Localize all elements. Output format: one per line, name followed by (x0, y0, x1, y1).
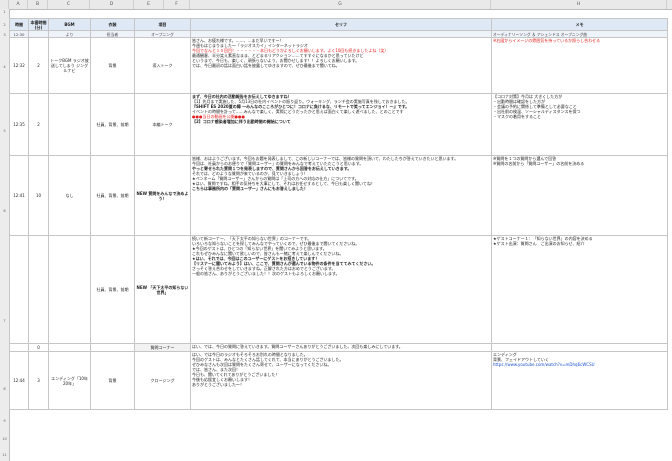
row-number[interactable]: 9 (0, 419, 9, 423)
table-row: 12:35 2 社員、背景、前期 本編トーク まず、今日の社内の活動報告をお伝えしてゆき… (9, 93, 668, 156)
sub-costume[interactable]: 担当者 (90, 30, 135, 38)
cell-costume[interactable] (90, 343, 135, 352)
header-item[interactable]: 項目 (134, 18, 191, 31)
memo-line: ※質問の名前から「質問ユーザー」の名前を決める (493, 161, 585, 166)
row-number[interactable]: 5 (0, 129, 9, 133)
header-bgm[interactable]: BGM (48, 18, 91, 31)
cell-minutes[interactable]: 3 (28, 351, 49, 410)
row-number[interactable]: 10 (0, 437, 9, 441)
column-header-d[interactable]: D (90, 0, 134, 9)
cell-script[interactable]: まず、今日の社内の活動報告をお伝えしてゆきますね！ 【1】先月まで実施した、5月1… (190, 93, 492, 156)
cell-time[interactable] (9, 235, 29, 344)
row-number[interactable]: 6 (0, 209, 9, 213)
cell-bgm[interactable]: エンディング「10年20年」 (48, 351, 91, 410)
header-memo[interactable]: メモ (491, 18, 668, 31)
script-line: はい、では、今日の質問に答えていきます。質問ユーザーさんありがとうございました。… (192, 344, 403, 350)
cell-time[interactable]: 12:35 (9, 93, 29, 156)
memo-line: ★ゲスト出演：質問さん ご出演のお知らせ、紹介 (493, 241, 585, 246)
cell-item[interactable]: 導入トーク (134, 37, 191, 94)
sub-script[interactable] (190, 30, 492, 38)
cell-item[interactable]: 質問コーナー (134, 343, 191, 352)
column-header-b[interactable]: B (28, 0, 48, 9)
cell-memo[interactable]: ★ゲストコーナー１：「知らない世界」の内容を決める ★ゲスト出演：質問さん ご出演… (491, 235, 668, 344)
cell-bgm[interactable] (48, 93, 91, 156)
table-row: 12:41 10 なし 社員、背景、前期 NEW 質問をみんなで決めよう！ 皆様、おはよう… (9, 155, 668, 236)
cell-memo[interactable]: 【コロナ対策】今月は 大きくした方が ・出勤時間は確認をした方が ・会議の予約に関係… (491, 93, 668, 156)
cell-memo[interactable]: エンディング 背景、フェイドアウトしていく https://www.youtube.… (491, 351, 668, 410)
cell-costume[interactable]: 社員、背景、前期 (90, 155, 135, 236)
header-time[interactable]: 時間 (9, 18, 29, 31)
memo-line: ・マスクの着用をすること (493, 114, 541, 119)
cell-memo[interactable]: ※右図からイメージの雰囲気を持っているか照らし合わせる (491, 37, 668, 94)
script-line: ありがとうございました〜！ (192, 382, 244, 387)
column-header-e[interactable]: E (134, 0, 164, 9)
cell-item[interactable]: NEW 「天下太平の知らない世界」 (134, 235, 191, 344)
header-row: 時間 本番時間(分) BGM 衣装 項目 セリフ メモ (9, 18, 668, 31)
sub-time[interactable]: 12:30 (9, 30, 29, 38)
cell-minutes[interactable]: 2 (28, 37, 49, 94)
cell-item[interactable]: 本編トーク (134, 93, 191, 156)
table-body: 12:32 2 トークBGM ラジオ放送してしまう ジングルナビ 背景 導入トーク 皆さん… (9, 37, 668, 410)
row-number[interactable]: 3 (0, 33, 9, 37)
rundown-table: 時間 本番時間(分) BGM 衣装 項目 セリフ メモ 12:30 より 担当者… (9, 18, 668, 410)
cell-item[interactable]: クロージング (134, 351, 191, 410)
row-number[interactable]: 4 (0, 65, 9, 69)
cell-time[interactable]: 12:32 (9, 37, 29, 94)
cell-script[interactable]: 皆様、おはようございます。今回もお題を発表しまして、この新しいコーナーでは、皆様… (190, 155, 492, 236)
header-script[interactable]: セリフ (190, 18, 492, 31)
column-header-c[interactable]: C (48, 0, 90, 9)
column-header-h[interactable]: H (491, 0, 667, 9)
cell-script[interactable]: 続いて新コーナー、「天下太平の知らない世界」のコーナーです。 いろいろな知らないこ… (190, 235, 492, 344)
cell-costume[interactable]: 背景 (90, 351, 135, 410)
header-minutes[interactable]: 本番時間(分) (28, 18, 49, 31)
row-number[interactable]: 1 (0, 10, 9, 14)
cell-time[interactable]: 12:44 (9, 351, 29, 410)
sub-minutes[interactable] (28, 30, 49, 38)
spreadsheet-sheet: A B C D E F G H 1 2 3 4 5 6 7 8 9 10 11 … (0, 0, 672, 461)
row-number[interactable]: 7 (0, 319, 9, 323)
cell-item[interactable]: NEW 質問をみんなで決めよう！ (134, 155, 191, 236)
cell-bgm[interactable]: なし (48, 155, 91, 236)
row-number[interactable]: 8 (0, 387, 9, 391)
sub-memo[interactable]: オーディナリーソング ＆ アシェンドス オープニング曲 (491, 30, 668, 38)
cell-time[interactable]: 12:41 (9, 155, 29, 236)
cell-minutes[interactable]: 0 (28, 343, 49, 352)
table-row: 12:44 3 エンディング「10年20年」 背景 クロージング はい、では今日のラジオも… (9, 351, 668, 410)
cell-bgm[interactable] (48, 343, 91, 352)
cell-bgm[interactable]: トークBGM ラジオ放送してしまう ジングルナビ (48, 37, 91, 94)
sub-bgm[interactable]: より (48, 30, 91, 38)
cell-minutes[interactable]: 10 (28, 155, 49, 236)
script-line: では、今日最初の話は面白い話を披露してゆきますので、ぜひ最後まで聞いてね。 (192, 63, 340, 68)
column-header-f[interactable]: F (164, 0, 190, 9)
cell-costume[interactable]: 社員、背景、前期 (90, 93, 135, 156)
cell-minutes[interactable] (28, 235, 49, 344)
header-costume[interactable]: 衣装 (90, 18, 135, 31)
table-row: 社員、背景、前期 NEW 「天下太平の知らない世界」 続いて新コーナー、「天下太平の… (9, 235, 668, 344)
sub-item[interactable]: オープニング (134, 30, 191, 38)
script-line: 一般の皆さん、ありがとうございました！！次のゲストもよろしくお願いします。 (192, 271, 340, 276)
cell-script[interactable]: 皆さん、お疲れ様です。……、…まだ早いですー！ 今週もはじまりました〜「ラジオスカ… (190, 37, 492, 94)
script-line: こちらは事務所内の「質問ユーザー」さんにもお答えしました！ (192, 186, 308, 191)
cell-costume[interactable]: 背景 (90, 37, 135, 94)
script-line: 【2】コロナ感染者増加に伴う出勤時間の開始について (192, 119, 291, 124)
corner-cell[interactable] (0, 0, 9, 9)
cell-bgm[interactable] (48, 235, 91, 344)
row-number[interactable]: 11 (0, 453, 9, 457)
cell-costume[interactable]: 社員、背景、前期 (90, 235, 135, 344)
column-header-g[interactable]: G (190, 0, 491, 9)
cell-script[interactable]: はい、では、今日の質問に答えていきます。質問ユーザーさんありがとうございました。… (190, 343, 492, 352)
cell-script[interactable]: はい、では今日のラジオもそろそろお別れの時間となりました。 今回のゲストは、みんな… (190, 351, 492, 410)
cell-time[interactable] (9, 343, 29, 352)
cell-minutes[interactable]: 2 (28, 93, 49, 156)
row-number[interactable]: 2 (0, 23, 9, 27)
column-header-bar: A B C D E F G H (0, 0, 672, 10)
memo-line: ※右図からイメージの雰囲気を持っているか照らし合わせる (493, 38, 601, 44)
cell-memo[interactable] (491, 343, 668, 352)
sub-header-row: 12:30 より 担当者 オープニング オーディナリーソング ＆ アシェンドス … (9, 30, 668, 38)
column-header-a[interactable]: A (9, 0, 28, 9)
table-row: 0 質問コーナー はい、では、今日の質問に答えていきます。質問ユーザーさんありがとう… (9, 343, 668, 352)
memo-line: https://www.youtube.com/watch?v=mDhq6cWC… (493, 362, 595, 367)
table-row: 12:32 2 トークBGM ラジオ放送してしまう ジングルナビ 背景 導入トーク 皆さん… (9, 37, 668, 94)
cell-memo[interactable]: ※質問を１つの質問から選んで回答 ※質問の名前から「質問ユーザー」の名前を決める (491, 155, 668, 236)
